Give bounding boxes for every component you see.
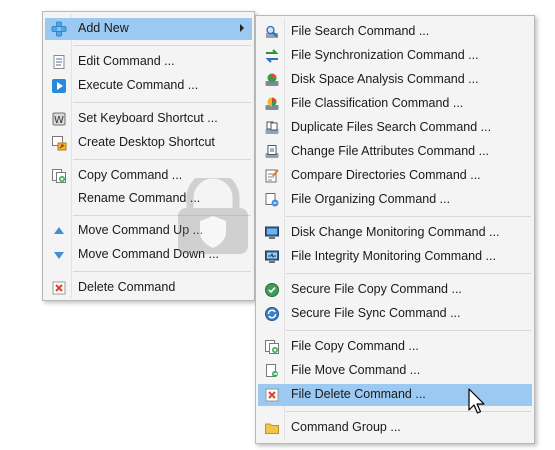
submenu-item-label: Compare Directories Command ...: [291, 168, 481, 182]
menu-separator: [73, 271, 251, 272]
menu-item-label: Set Keyboard Shortcut ...: [78, 111, 218, 125]
submenu-item-file-copy[interactable]: File Copy Command ...: [258, 336, 532, 358]
submenu-item-file-delete[interactable]: File Delete Command ...: [258, 384, 532, 406]
document-edit-icon: [53, 55, 65, 69]
file-move-icon: [266, 364, 278, 377]
submenu-item-label: Change File Attributes Command ...: [291, 144, 490, 158]
submenu-item-secure-copy[interactable]: Secure File Copy Command ...: [258, 279, 532, 301]
menu-item-label: Create Desktop Shortcut: [78, 135, 215, 149]
submenu-item-disk-space[interactable]: Disk Space Analysis Command ...: [258, 69, 532, 91]
menu-separator: [73, 45, 251, 46]
menu-separator: [73, 102, 251, 103]
delete-icon: [52, 281, 66, 295]
menu-separator: [286, 273, 531, 274]
menu-item-label: Edit Command ...: [78, 54, 175, 68]
submenu-item-label: File Synchronization Command ...: [291, 48, 479, 62]
submenu-item-label: Secure File Copy Command ...: [291, 282, 462, 296]
file-search-icon: [266, 25, 278, 38]
submenu-item-file-classification[interactable]: File Classification Command ...: [258, 93, 532, 115]
submenu-item-label: File Move Command ...: [291, 363, 421, 377]
triangle-up-icon: [54, 227, 64, 234]
menu-item-label: Copy Command ...: [78, 168, 183, 182]
secure-sync-icon: [265, 307, 279, 321]
submenu-item-command-group[interactable]: Command Group ...: [258, 417, 532, 439]
submenu-item-label: Disk Space Analysis Command ...: [291, 72, 479, 86]
chevron-right-icon: [240, 24, 244, 32]
menu-item-label: Add New: [78, 21, 129, 35]
disk-space-icon: [265, 73, 279, 86]
menu-item-label: Delete Command: [78, 280, 176, 294]
menu-item-desktop-shortcut[interactable]: Create Desktop Shortcut: [45, 132, 252, 154]
submenu-item-file-integrity[interactable]: File Integrity Monitoring Command ...: [258, 246, 532, 268]
plus-icon: [51, 21, 67, 37]
submenu-item-label: File Delete Command ...: [291, 387, 426, 401]
add-new-submenu: File Search Command ... File Synchroniza…: [255, 15, 535, 444]
change-attributes-icon: [265, 145, 279, 158]
submenu-item-label: Secure File Sync Command ...: [291, 306, 461, 320]
file-copy-icon: [265, 340, 279, 354]
menu-separator: [286, 216, 531, 217]
file-organizing-icon: [265, 193, 279, 207]
duplicate-files-icon: [265, 121, 279, 134]
file-classification-icon: [265, 97, 279, 110]
file-integrity-monitoring-icon: [265, 250, 279, 263]
menu-item-execute[interactable]: Execute Command ...: [45, 75, 252, 97]
submenu-item-label: Command Group ...: [291, 420, 401, 434]
disk-change-monitoring-icon: [265, 226, 279, 239]
submenu-item-compare-dirs[interactable]: Compare Directories Command ...: [258, 165, 532, 187]
submenu-item-label: File Search Command ...: [291, 24, 430, 38]
submenu-item-label: Disk Change Monitoring Command ...: [291, 225, 500, 239]
file-sync-icon: [265, 49, 279, 63]
submenu-item-disk-change[interactable]: Disk Change Monitoring Command ...: [258, 222, 532, 244]
menu-item-edit[interactable]: Edit Command ...: [45, 51, 252, 73]
submenu-item-file-sync[interactable]: File Synchronization Command ...: [258, 45, 532, 67]
menu-item-add-new[interactable]: Add New: [45, 18, 252, 40]
shield-watermark-icon: [178, 178, 248, 254]
folder-icon: [265, 423, 279, 434]
menu-separator: [286, 411, 531, 412]
desktop-shortcut-icon: [52, 136, 67, 151]
submenu-item-label: File Copy Command ...: [291, 339, 419, 353]
play-icon: [52, 79, 66, 93]
keyboard-icon: W: [52, 112, 66, 126]
submenu-item-label: File Organizing Command ...: [291, 192, 451, 206]
submenu-item-file-organizing[interactable]: File Organizing Command ...: [258, 189, 532, 211]
menu-item-delete[interactable]: Delete Command: [45, 277, 252, 299]
submenu-item-label: File Integrity Monitoring Command ...: [291, 249, 496, 263]
file-delete-icon: [265, 388, 279, 402]
menu-item-set-shortcut[interactable]: W Set Keyboard Shortcut ...: [45, 108, 252, 130]
menu-item-label: Execute Command ...: [78, 78, 199, 92]
mouse-cursor-icon: [468, 388, 485, 414]
menu-separator: [73, 159, 251, 160]
triangle-down-icon: [54, 252, 64, 259]
svg-text:W: W: [54, 115, 64, 126]
submenu-item-file-move[interactable]: File Move Command ...: [258, 360, 532, 382]
submenu-item-change-attributes[interactable]: Change File Attributes Command ...: [258, 141, 532, 163]
compare-directories-icon: [265, 169, 279, 183]
menu-separator: [286, 330, 531, 331]
submenu-item-label: File Classification Command ...: [291, 96, 464, 110]
secure-copy-icon: [265, 283, 279, 297]
copy-icon: [52, 169, 66, 183]
submenu-item-label: Duplicate Files Search Command ...: [291, 120, 492, 134]
submenu-item-secure-sync[interactable]: Secure File Sync Command ...: [258, 303, 532, 325]
submenu-item-file-search[interactable]: File Search Command ...: [258, 21, 532, 43]
submenu-item-duplicate-files[interactable]: Duplicate Files Search Command ...: [258, 117, 532, 139]
